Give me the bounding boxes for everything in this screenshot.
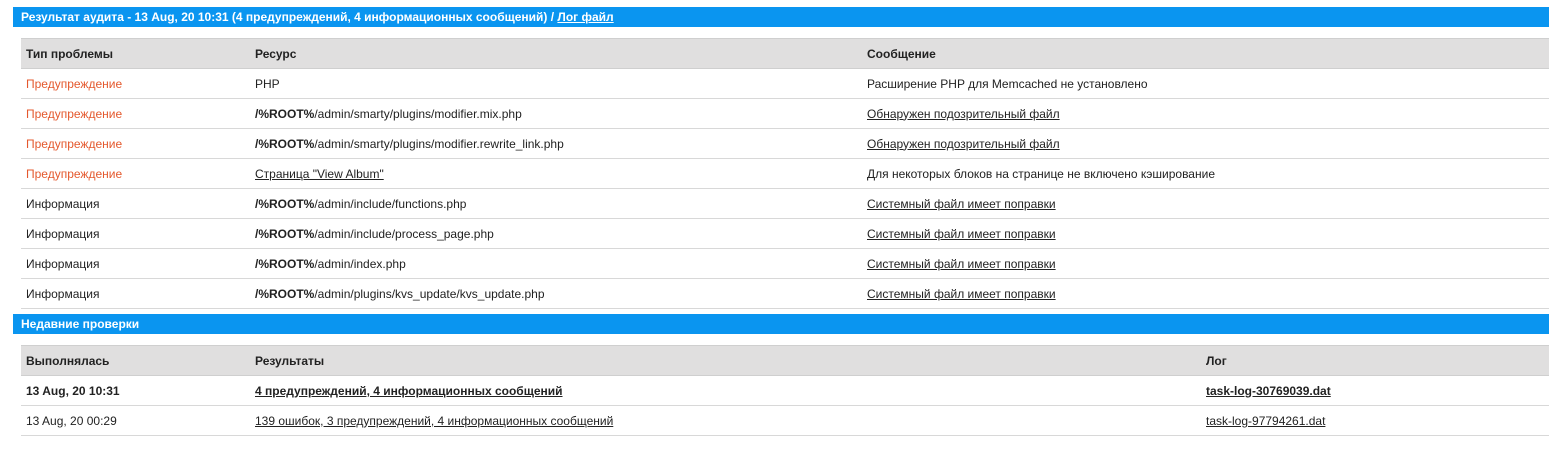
recent-table: Выполнялась Результаты Лог 13 Aug, 20 10… [21,345,1549,436]
column-header-log: Лог [1201,345,1549,376]
resource-path: /admin/smarty/plugins/modifier.mix.php [314,106,522,121]
resource-cell: /%ROOT%/admin/include/functions.php [250,188,862,219]
results-link[interactable]: 139 ошибок, 3 предупреждений, 4 информац… [255,414,613,428]
check-date: 13 Aug, 20 10:31 [21,375,250,406]
resource-cell: /%ROOT%/admin/include/process_page.php [250,218,862,249]
table-row: Информация/%ROOT%/admin/include/process_… [21,218,1549,249]
log-cell: task-log-30769039.dat [1201,375,1549,406]
task-log-link[interactable]: task-log-97794261.dat [1206,414,1325,428]
table-row: Информация/%ROOT%/admin/include/function… [21,188,1549,219]
recent-header-title: Недавние проверки [21,317,140,331]
message-link[interactable]: Обнаружен подозрительный файл [867,107,1060,121]
message-text: Расширение PHP для Memcached не установл… [867,76,1148,91]
task-log-link[interactable]: task-log-30769039.dat [1206,384,1331,398]
message-link[interactable]: Системный файл имеет поправки [867,287,1056,301]
root-prefix: /%ROOT% [255,136,315,151]
issue-type: Информация [21,278,250,309]
root-prefix: /%ROOT% [255,106,315,121]
message-cell: Обнаружен подозрительный файл [862,128,1549,159]
message-cell: Системный файл имеет поправки [862,218,1549,249]
column-header-resource: Ресурс [250,38,862,69]
column-header-results: Результаты [250,345,1201,376]
issue-type: Информация [21,188,250,219]
resource-path: /admin/include/process_page.php [314,226,494,241]
audit-section-header: Результат аудита - 13 Aug, 20 10:31 (4 п… [13,7,1549,27]
message-cell: Системный файл имеет поправки [862,188,1549,219]
message-cell: Системный файл имеет поправки [862,248,1549,279]
root-prefix: /%ROOT% [255,226,315,241]
column-header-message: Сообщение [862,38,1549,69]
issue-type: Предупреждение [21,128,250,159]
message-link[interactable]: Системный файл имеет поправки [867,197,1056,211]
results-link[interactable]: 4 предупреждений, 4 информационных сообщ… [255,384,563,398]
message-cell: Системный файл имеет поправки [862,278,1549,309]
message-cell: Расширение PHP для Memcached не установл… [862,68,1549,99]
table-row: Предупреждение/%ROOT%/admin/smarty/plugi… [21,98,1549,129]
message-link[interactable]: Обнаружен подозрительный файл [867,137,1060,151]
resource-cell: /%ROOT%/admin/smarty/plugins/modifier.mi… [250,98,862,129]
issue-type: Предупреждение [21,158,250,189]
table-row: Предупреждение PHP Расширение PHP для Memc… [21,68,1549,99]
column-header-type: Тип проблемы [21,38,250,69]
resource-cell: Страница "View Album" [250,158,862,189]
issue-type: Информация [21,248,250,279]
recent-section-header: Недавние проверки [13,314,1549,334]
table-row: Информация/%ROOT%/admin/index.php Системн… [21,248,1549,279]
message-link[interactable]: Системный файл имеет поправки [867,257,1056,271]
root-prefix: /%ROOT% [255,196,315,211]
column-header-executed: Выполнялась [21,345,250,376]
audit-table: Тип проблемы Ресурс Сообщение Предупрежд… [21,38,1549,309]
table-row: 13 Aug, 20 10:31 4 предупреждений, 4 инфо… [21,375,1549,406]
audit-table-header: Тип проблемы Ресурс Сообщение [21,38,1549,69]
root-prefix: /%ROOT% [255,256,315,271]
resource-link[interactable]: Страница "View Album" [255,167,384,181]
resource-cell: /%ROOT%/admin/smarty/plugins/modifier.re… [250,128,862,159]
audit-header-title: Результат аудита - 13 Aug, 20 10:31 (4 п… [21,10,558,24]
resource-path: /admin/plugins/kvs_update/kvs_update.php [314,286,545,301]
message-cell: Обнаружен подозрительный файл [862,98,1549,129]
log-file-link[interactable]: Лог файл [557,10,613,24]
table-row: Предупреждение Страница "View Album" Для н… [21,158,1549,189]
resource-path: /admin/index.php [314,256,406,271]
resource-path: /admin/include/functions.php [314,196,467,211]
table-row: 13 Aug, 20 00:29 139 ошибок, 3 предупрежд… [21,405,1549,436]
message-link[interactable]: Системный файл имеет поправки [867,227,1056,241]
check-date: 13 Aug, 20 00:29 [21,405,250,436]
page: Результат аудита - 13 Aug, 20 10:31 (4 п… [0,0,1562,468]
message-text: Для некоторых блоков на странице не вклю… [867,166,1215,181]
table-row: Предупреждение/%ROOT%/admin/smarty/plugi… [21,128,1549,159]
log-cell: task-log-97794261.dat [1201,405,1549,436]
issue-type: Предупреждение [21,98,250,129]
recent-table-header: Выполнялась Результаты Лог [21,345,1549,376]
table-row: Информация/%ROOT%/admin/plugins/kvs_upda… [21,278,1549,309]
resource-cell: /%ROOT%/admin/index.php [250,248,862,279]
issue-type: Предупреждение [21,68,250,99]
issue-type: Информация [21,218,250,249]
resource-path: /admin/smarty/plugins/modifier.rewrite_l… [314,136,564,151]
results-cell: 139 ошибок, 3 предупреждений, 4 информац… [250,405,1201,436]
root-prefix: /%ROOT% [255,286,315,301]
resource-cell: /%ROOT%/admin/plugins/kvs_update/kvs_upd… [250,278,862,309]
resource-path: PHP [255,76,280,91]
results-cell: 4 предупреждений, 4 информационных сообщ… [250,375,1201,406]
resource-cell: PHP [250,68,862,99]
message-cell: Для некоторых блоков на странице не вклю… [862,158,1549,189]
